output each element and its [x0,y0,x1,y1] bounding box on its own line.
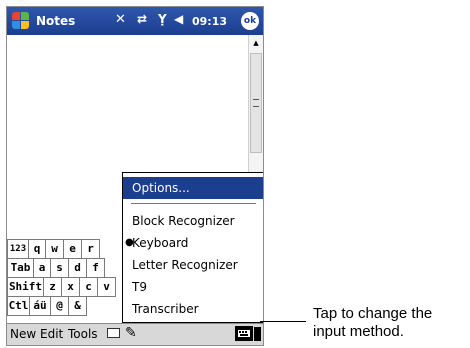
speaker-icon[interactable]: ◀ [174,12,183,26]
key-v[interactable]: v [97,277,116,297]
key-accents[interactable]: áü [29,296,51,316]
key-r[interactable]: r [81,239,100,259]
scroll-thumb[interactable] [250,53,262,153]
menu-item-block-recognizer[interactable]: Block Recognizer [123,210,263,232]
key-a[interactable]: a [33,258,51,278]
menu-item-options[interactable]: Options... [123,177,263,199]
key-e[interactable]: e [63,239,82,259]
key-123[interactable]: 123 [7,239,29,259]
key-w[interactable]: w [45,239,64,259]
callout-text: Tap to change the input method. [313,305,470,341]
callout-line-1: Tap to change the [313,305,433,322]
key-f[interactable]: f [86,258,105,278]
title-bar: Notes ✕ ⇄ Ỵ ◀ 09:13 ok [7,7,263,35]
key-shift[interactable]: Shift [7,277,44,297]
antenna-icon[interactable]: Ỵ [158,12,167,26]
app-title: Notes [36,14,76,28]
input-method-keyboard-button[interactable] [235,326,253,341]
menu-edit[interactable]: Edit [40,327,63,341]
ok-button[interactable]: ok [241,12,259,30]
key-c[interactable]: c [79,277,98,297]
key-ampersand[interactable]: & [68,296,87,316]
menu-item-t9[interactable]: T9 [123,276,263,298]
signal-off-icon[interactable]: ✕ [115,12,126,27]
key-x[interactable]: x [61,277,80,297]
connectivity-icon[interactable]: ⇄ [137,12,147,26]
menu-item-transcriber[interactable]: Transcriber [123,298,263,320]
device-screen: Notes ✕ ⇄ Ỵ ◀ 09:13 ok ▲ 123 q w e r Tab… [6,6,264,346]
callout-line [260,321,306,322]
grip-icon [253,99,259,107]
menu-item-letter-recognizer[interactable]: Letter Recognizer [123,254,263,276]
key-q[interactable]: q [28,239,46,259]
clock[interactable]: 09:13 [192,15,227,28]
key-at[interactable]: @ [50,296,69,316]
key-tab[interactable]: Tab [7,258,34,278]
menu-separator [131,203,256,204]
key-ctl[interactable]: Ctl [7,296,30,316]
menu-item-keyboard[interactable]: Keyboard [123,232,263,254]
windows-start-icon[interactable] [12,12,30,30]
menu-tools[interactable]: Tools [68,327,98,341]
input-method-menu: Options... Block Recognizer ● Keyboard L… [122,172,263,323]
menu-new[interactable]: New [10,327,36,341]
key-s[interactable]: s [50,258,69,278]
keyboard-icon [238,330,250,337]
pen-icon[interactable]: ✎ [125,325,137,341]
input-method-arrow-button[interactable] [254,327,261,341]
recording-icon[interactable] [107,328,120,338]
callout-line-2: input method. [313,323,404,340]
key-z[interactable]: z [43,277,62,297]
menu-bar: New Edit Tools ✎ [7,323,263,345]
scroll-up-arrow-icon[interactable]: ▲ [249,35,263,51]
key-d[interactable]: d [68,258,87,278]
soft-keyboard: 123 q w e r Tab a s d f Shift z x c v Ct… [7,237,125,323]
